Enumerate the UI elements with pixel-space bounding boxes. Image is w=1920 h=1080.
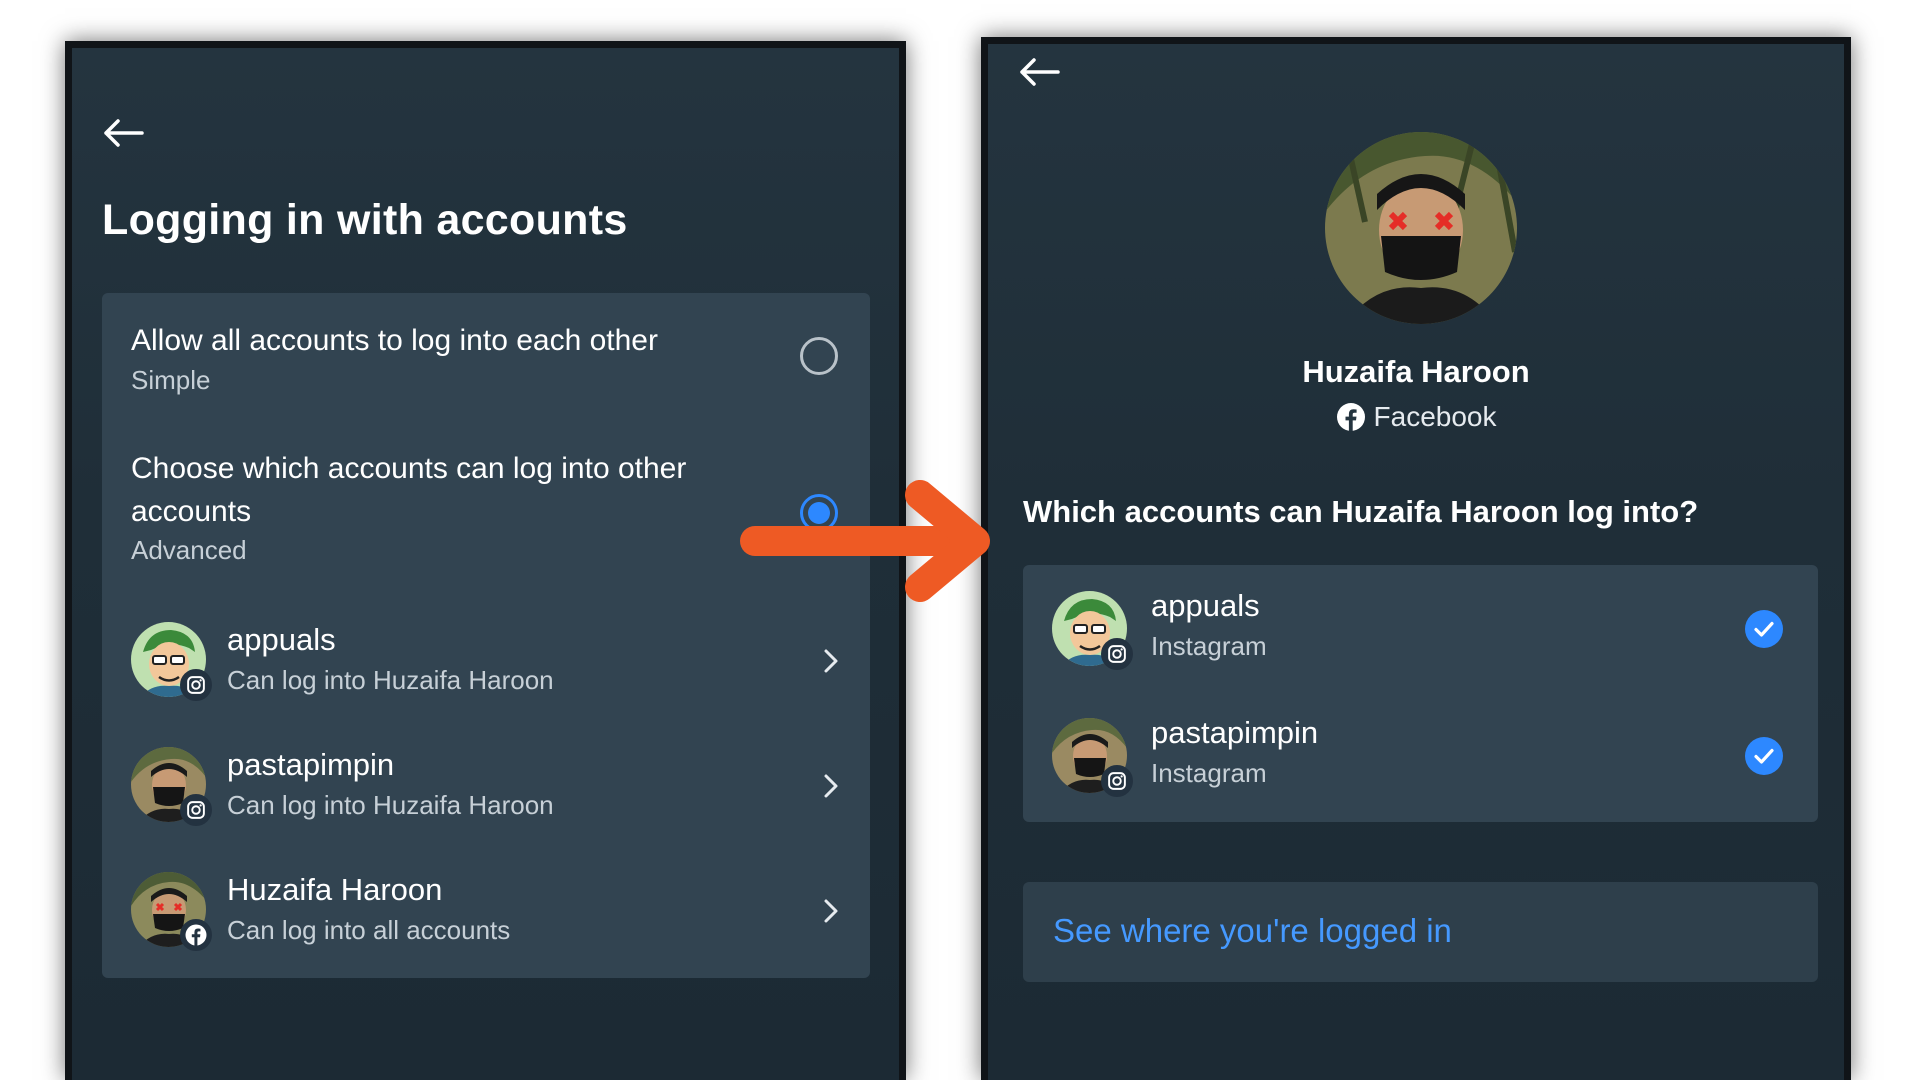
profile-platform: Facebook xyxy=(988,401,1844,433)
radio-allow-all[interactable] xyxy=(800,337,838,375)
avatar xyxy=(131,622,212,701)
see-logged-in-link[interactable]: See where you're logged in xyxy=(1023,882,1818,982)
account-status: Can log into Huzaifa Haroon xyxy=(227,790,554,820)
checkmark-icon[interactable] xyxy=(1745,610,1783,648)
account-row-appuals[interactable]: appuals Instagram xyxy=(1023,583,1818,683)
facebook-icon xyxy=(1336,402,1366,432)
account-platform: Instagram xyxy=(1151,758,1267,788)
account-status: Can log into Huzaifa Haroon xyxy=(227,665,554,695)
accounts-card: appuals Instagram pastapimpin Instagram xyxy=(1023,565,1818,822)
page-title: Logging in with accounts xyxy=(102,196,628,244)
chevron-right-icon xyxy=(820,646,842,676)
option-subtitle: Simple xyxy=(131,365,211,395)
instagram-icon xyxy=(180,669,212,701)
profile-name: Huzaifa Haroon xyxy=(1302,354,1530,389)
link-label[interactable]: See where you're logged in xyxy=(1053,912,1452,950)
account-platform: Instagram xyxy=(1151,631,1267,661)
account-name: appuals xyxy=(227,622,336,657)
avatar xyxy=(1052,718,1133,797)
chevron-right-icon xyxy=(820,771,842,801)
instagram-icon xyxy=(180,794,212,826)
account-row-pastapimpin[interactable]: pastapimpin Can log into Huzaifa Haroon xyxy=(102,733,870,843)
chevron-right-icon xyxy=(820,896,842,926)
avatar xyxy=(1052,591,1133,670)
arrow-right-icon xyxy=(735,480,995,602)
profile-platform-label: Facebook xyxy=(1373,401,1497,432)
checkmark-icon[interactable] xyxy=(1745,737,1783,775)
option-title: Allow all accounts to log into each othe… xyxy=(131,324,658,357)
back-arrow-icon[interactable] xyxy=(1018,57,1060,87)
avatar xyxy=(131,747,212,826)
avatar xyxy=(131,872,212,951)
account-name: appuals xyxy=(1151,588,1260,623)
right-screen: Huzaifa Haroon Facebook Which accounts c… xyxy=(981,37,1851,1080)
instagram-icon xyxy=(1101,638,1133,670)
account-row-huzaifa-haroon[interactable]: Huzaifa Haroon Can log into all accounts xyxy=(102,858,870,968)
account-status: Can log into all accounts xyxy=(227,915,511,945)
question-heading: Which accounts can Huzaifa Haroon log in… xyxy=(1023,494,1699,529)
account-name: pastapimpin xyxy=(227,747,395,782)
account-name: Huzaifa Haroon xyxy=(227,872,443,907)
account-name: pastapimpin xyxy=(1151,715,1319,750)
option-title: Choose which accounts can log into other… xyxy=(131,452,687,528)
login-options-card: Allow all accounts to log into each othe… xyxy=(102,293,870,978)
account-row-pastapimpin[interactable]: pastapimpin Instagram xyxy=(1023,710,1818,810)
option-subtitle: Advanced xyxy=(131,535,247,565)
option-allow-all[interactable]: Allow all accounts to log into each othe… xyxy=(102,293,870,423)
account-row-appuals[interactable]: appuals Can log into Huzaifa Haroon xyxy=(102,608,870,718)
profile-photo xyxy=(1325,132,1517,324)
instagram-icon xyxy=(1101,765,1133,797)
back-arrow-icon[interactable] xyxy=(102,118,144,148)
facebook-icon xyxy=(180,919,212,951)
